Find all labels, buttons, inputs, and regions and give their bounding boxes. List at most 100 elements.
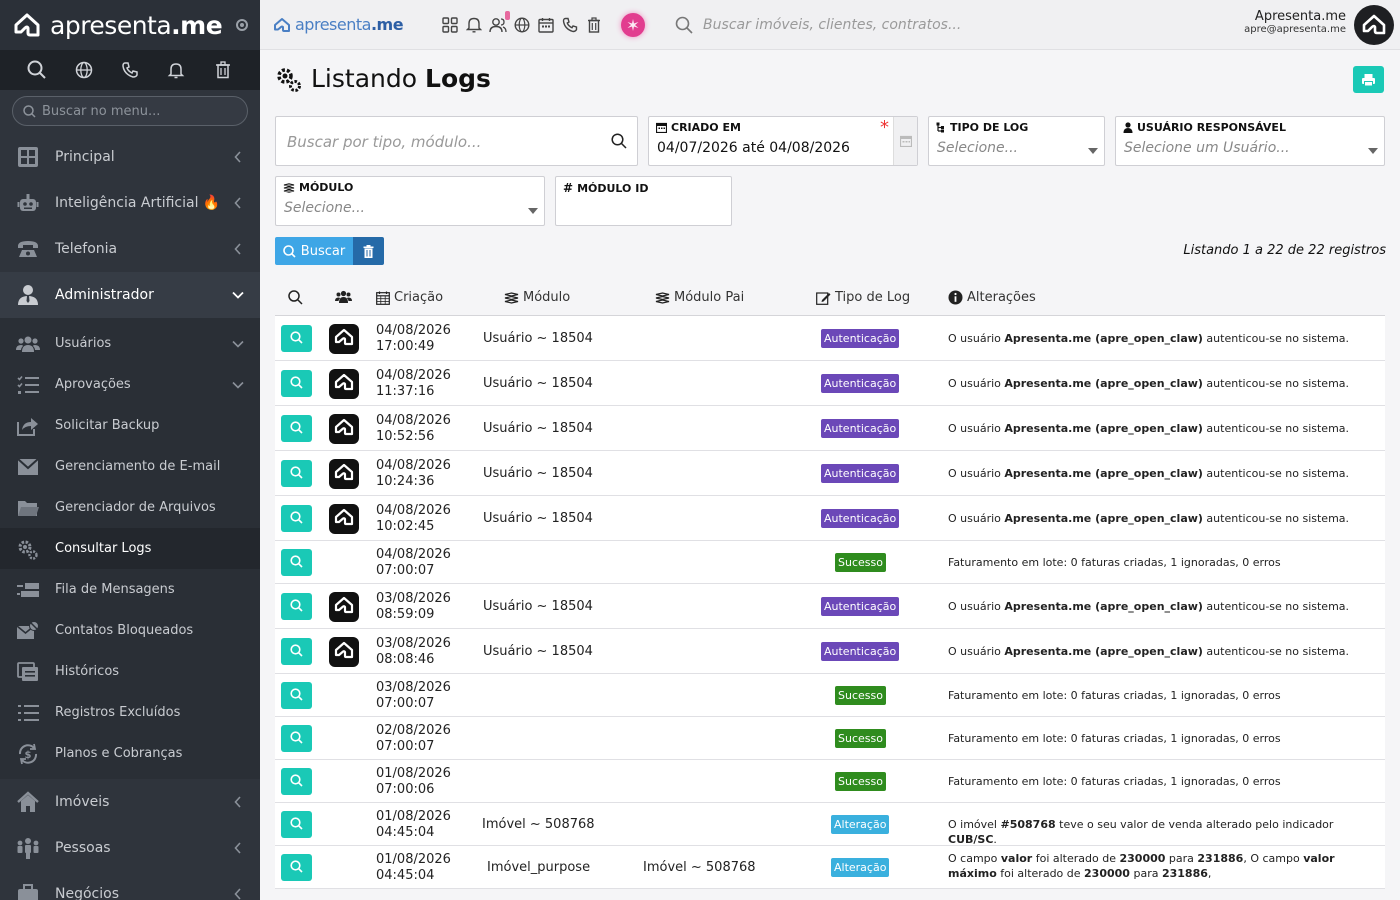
view-log-button[interactable] [281, 549, 312, 576]
sidebar-item-usuarios[interactable]: Usuários [0, 323, 260, 364]
chevron-down-icon [1368, 148, 1378, 154]
sidebar-item-administrador[interactable]: Administrador [0, 272, 260, 318]
search-filter[interactable]: Buscar por tipo, módulo... [275, 116, 638, 166]
users-notification-icon[interactable] [489, 10, 511, 35]
search-icon [290, 815, 303, 834]
alteracoes-header[interactable]: Alterações [948, 290, 1036, 305]
sidebar-item-ia[interactable]: Inteligência Artificial 🔥 [0, 180, 260, 226]
sidebar-item-fila[interactable]: Fila de Mensagens [0, 569, 260, 610]
sidebar-search-input[interactable] [42, 103, 232, 119]
view-log-button[interactable] [281, 415, 312, 442]
globe-icon[interactable] [73, 59, 95, 81]
created-time: 07:00:07 [376, 562, 435, 578]
modulo-filter[interactable]: MÓDULO Selecione... [275, 176, 545, 226]
sidebar-search[interactable] [12, 96, 248, 126]
parent-module[interactable]: Imóvel ~ 508768 [643, 860, 756, 875]
search-icon[interactable] [26, 59, 48, 81]
sidebar-item-backup[interactable]: Solicitar Backup [0, 405, 260, 446]
buscar-button[interactable]: Buscar [275, 237, 353, 265]
created-time: 08:59:09 [376, 606, 435, 622]
view-log-button[interactable] [281, 460, 312, 487]
apps-grid-icon[interactable] [441, 15, 459, 35]
phone-icon[interactable] [119, 59, 141, 81]
tipo-header[interactable]: Tipo de Log [816, 290, 910, 305]
modulo-id-filter[interactable]: # MÓDULO ID [555, 176, 732, 226]
module[interactable]: Usuário ~ 18504 [483, 644, 593, 659]
view-log-button[interactable] [281, 638, 312, 665]
sidebar-item-excluidos[interactable]: Registros Excluídos [0, 692, 260, 733]
sidebar-item-planos[interactable]: $ Planos e Cobranças [0, 733, 260, 774]
changes-fragment: O usuário [948, 422, 1005, 435]
module[interactable]: Usuário ~ 18504 [483, 376, 593, 391]
module[interactable]: Imóvel_purpose [487, 860, 590, 875]
topbar-logo[interactable]: apresenta.me [273, 15, 404, 34]
sidebar-item-historicos[interactable]: Históricos [0, 651, 260, 692]
clear-filters-button[interactable] [353, 237, 384, 265]
criado-em-value[interactable]: 04/07/2026 até 04/08/2026 [657, 140, 850, 156]
module[interactable]: Usuário ~ 18504 [483, 599, 593, 614]
sidebar-item-aprovacoes[interactable]: Aprovações [0, 364, 260, 405]
sidebar-item-email[interactable]: Gerenciamento de E-mail [0, 446, 260, 487]
bell-icon[interactable] [165, 59, 187, 81]
created-date: 01/08/2026 [376, 765, 451, 781]
sidebar-item-telefonia[interactable]: Telefonia [0, 226, 260, 272]
sidebar-item-pessoas[interactable]: Pessoas [0, 825, 260, 871]
tipo-log-select[interactable]: Selecione... [937, 140, 1018, 156]
criacao-header[interactable]: Criação [376, 290, 443, 305]
view-log-button[interactable] [281, 811, 312, 838]
changes-highlight: Apresenta.me (apre_open_claw) [1004, 422, 1203, 435]
module[interactable]: Usuário ~ 18504 [483, 331, 593, 346]
view-log-button[interactable] [281, 505, 312, 532]
sidebar-brand[interactable]: apresenta.me [0, 0, 260, 50]
criado-em-filter[interactable]: CRIADO EM * 04/07/2026 até 04/08/2026 [648, 116, 918, 166]
search-filter-input[interactable]: Buscar por tipo, módulo... [287, 133, 481, 151]
view-log-button[interactable] [281, 768, 312, 795]
modulo-pai-header[interactable]: Módulo Pai [655, 290, 744, 305]
bell-icon[interactable] [465, 15, 483, 35]
phone-icon[interactable] [561, 15, 579, 35]
target-icon[interactable] [236, 19, 248, 31]
usuario-filter[interactable]: USUÁRIO RESPONSÁVEL Selecione um Usuário… [1115, 116, 1385, 166]
view-log-button[interactable] [281, 682, 312, 709]
view-log-button[interactable] [281, 725, 312, 752]
print-button[interactable] [1353, 66, 1384, 93]
sidebar-item-label: Solicitar Backup [55, 418, 160, 433]
topbar-search-input[interactable] [703, 16, 1104, 33]
avatar[interactable] [1354, 5, 1394, 45]
tipo-log-filter[interactable]: TIPO DE LOG Selecione... [928, 116, 1105, 166]
module[interactable]: Usuário ~ 18504 [483, 511, 593, 526]
sidebar-item-logs[interactable]: Consultar Logs [0, 528, 260, 569]
changes-fragment: Faturamento em lote: 0 faturas criadas, … [948, 732, 1281, 745]
modulo-select[interactable]: Selecione... [284, 200, 365, 216]
trash-icon[interactable] [212, 59, 234, 81]
trash-icon[interactable] [585, 15, 603, 35]
created-date: 02/08/2026 [376, 722, 451, 738]
user-info[interactable]: Apresenta.me apre@apresenta.me [1244, 9, 1346, 35]
sidebar-item-arquivos[interactable]: Gerenciador de Arquivos [0, 487, 260, 528]
view-log-button[interactable] [281, 854, 312, 881]
view-log-button[interactable] [281, 593, 312, 620]
module[interactable]: Imóvel ~ 508768 [482, 817, 595, 832]
table-row: 04/08/2026 10:52:56 Usuário ~ 18504 Autenti… [275, 406, 1385, 451]
ai-assistant-button[interactable] [621, 12, 646, 37]
sidebar-item-label: Imóveis [55, 794, 110, 810]
view-log-button[interactable] [281, 325, 312, 352]
module[interactable]: Usuário ~ 18504 [483, 466, 593, 481]
globe-icon[interactable] [513, 15, 531, 35]
created-date: 03/08/2026 [376, 635, 451, 651]
usuario-select[interactable]: Selecione um Usuário... [1124, 140, 1290, 156]
calendar-icon [899, 135, 912, 147]
sidebar-item-imoveis[interactable]: Imóveis [0, 779, 260, 825]
sparkle-icon [627, 18, 639, 31]
sidebar-item-bloqueados[interactable]: Contatos Bloqueados [0, 610, 260, 651]
sidebar-item-principal[interactable]: Principal [0, 134, 260, 180]
sidebar-item-negocios[interactable]: Negócios [0, 871, 260, 900]
topbar-search[interactable] [675, 16, 1104, 34]
module[interactable]: Usuário ~ 18504 [483, 421, 593, 436]
created-date: 04/08/2026 [376, 322, 451, 338]
view-log-button[interactable] [281, 370, 312, 397]
sidebar-item-label: Administrador [55, 287, 154, 303]
modulo-header[interactable]: Módulo [504, 290, 570, 305]
date-picker-button[interactable] [893, 117, 917, 165]
calendar-icon[interactable] [537, 15, 555, 35]
